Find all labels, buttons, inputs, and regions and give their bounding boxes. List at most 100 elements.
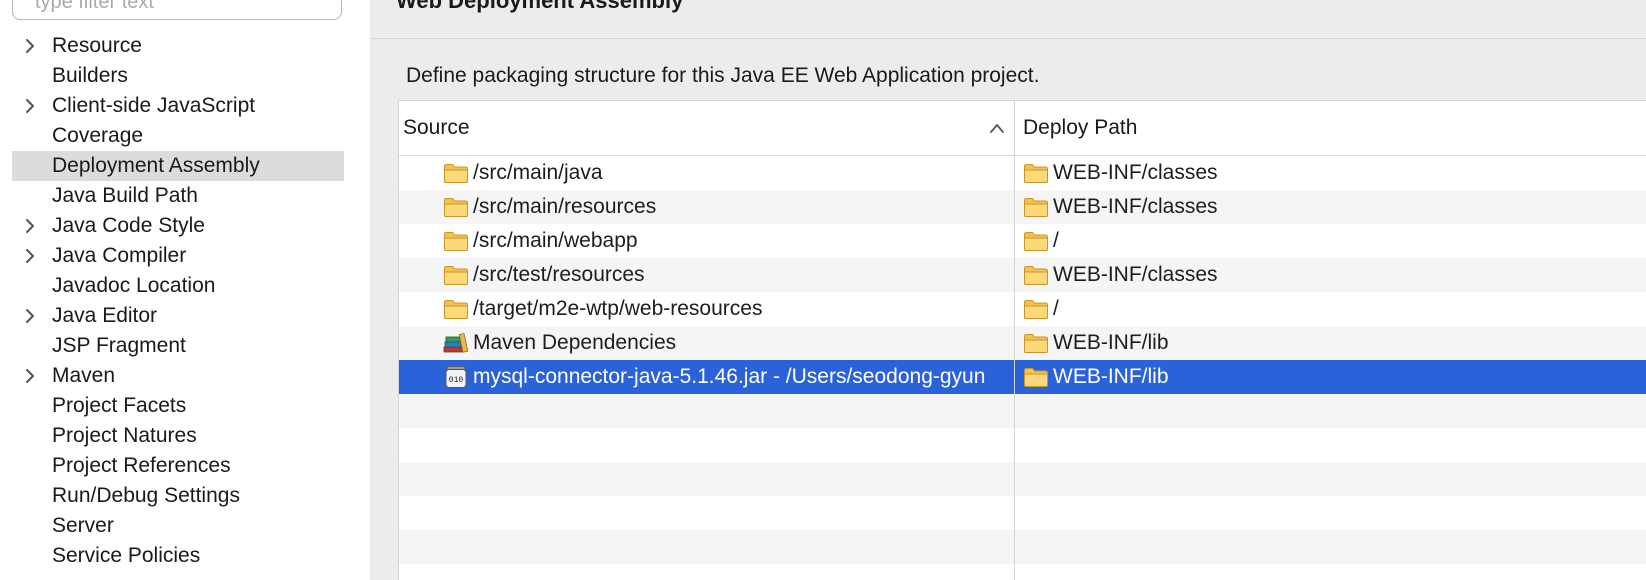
- nav-item-label: Client-side JavaScript: [52, 94, 256, 117]
- column-header-source-label: Source: [403, 116, 470, 139]
- column-header-deploy-path-label: Deploy Path: [1023, 116, 1138, 139]
- table-row[interactable]: 010 mysql-connector-java-5.1.46.jar - /Us…: [399, 360, 1646, 394]
- nav-item-project-natures[interactable]: Project Natures: [0, 421, 370, 451]
- table-row[interactable]: /src/test/resources WEB-INF/classes: [399, 258, 1646, 292]
- folder-icon: [1024, 232, 1048, 251]
- nav-item-label: Java Build Path: [52, 184, 198, 207]
- source-path: /src/main/resources: [473, 195, 657, 218]
- chevron-right-icon[interactable]: [22, 241, 38, 271]
- nav-item-project-references[interactable]: Project References: [0, 451, 370, 481]
- nav-item-builders[interactable]: Builders: [0, 61, 370, 91]
- nav-tree: Resource Builders Client-side JavaScript Co…: [0, 31, 370, 571]
- deploy-path: /: [1053, 297, 1059, 320]
- source-path: /target/m2e-wtp/web-resources: [473, 297, 763, 320]
- source-cell: Maven Dependencies: [443, 326, 1014, 360]
- deploy-path: WEB-INF/classes: [1053, 161, 1218, 184]
- folder-icon: [444, 198, 468, 217]
- title-divider: [370, 38, 1646, 39]
- deploy-path-cell[interactable]: WEB-INF/lib: [1023, 360, 1643, 394]
- page-description: Define packaging structure for this Java…: [406, 64, 1040, 87]
- folder-icon: [1024, 266, 1048, 285]
- nav-item-java-editor[interactable]: Java Editor: [0, 301, 370, 331]
- folder-icon: [444, 164, 468, 183]
- deploy-path-cell[interactable]: /: [1023, 292, 1643, 326]
- column-header-deploy-path[interactable]: Deploy Path: [1019, 101, 1643, 155]
- column-header-source[interactable]: Source: [403, 101, 1013, 155]
- source-cell: /src/main/webapp: [443, 224, 1014, 258]
- nav-item-java-compiler[interactable]: Java Compiler: [0, 241, 370, 271]
- table-row[interactable]: Maven Dependencies WEB-INF/lib: [399, 326, 1646, 360]
- table-row-empty: [399, 394, 1646, 428]
- deploy-path-cell[interactable]: WEB-INF/classes: [1023, 258, 1643, 292]
- deploy-path: WEB-INF/classes: [1053, 263, 1218, 286]
- filter-input[interactable]: [13, 0, 335, 17]
- table-body: /src/main/java WEB-INF/classes/src/main/r…: [399, 156, 1646, 564]
- deploy-path: /: [1053, 229, 1059, 252]
- nav-item-project-facets[interactable]: Project Facets: [0, 391, 370, 421]
- folder-icon: [444, 266, 468, 285]
- nav-item-label: Project Facets: [52, 394, 187, 417]
- deploy-path-cell[interactable]: WEB-INF/classes: [1023, 190, 1643, 224]
- nav-item-client-side-javascript[interactable]: Client-side JavaScript: [0, 91, 370, 121]
- nav-item-java-code-style[interactable]: Java Code Style: [0, 211, 370, 241]
- filter-field[interactable]: [12, 0, 342, 20]
- source-path: /src/test/resources: [473, 263, 645, 286]
- nav-item-label: Javadoc Location: [52, 274, 216, 297]
- chevron-up-icon: [990, 124, 1004, 133]
- chevron-right-icon[interactable]: [22, 91, 38, 121]
- nav-item-jsp-fragment[interactable]: JSP Fragment: [0, 331, 370, 361]
- nav-item-label: Deployment Assembly: [52, 154, 260, 177]
- source-cell: /src/test/resources: [443, 258, 1014, 292]
- source-path: /src/main/webapp: [473, 229, 638, 252]
- table-row[interactable]: /src/main/resources WEB-INF/classes: [399, 190, 1646, 224]
- source-cell: /target/m2e-wtp/web-resources: [443, 292, 1014, 326]
- source-cell: /src/main/resources: [443, 190, 1014, 224]
- deploy-path: WEB-INF/classes: [1053, 195, 1218, 218]
- property-pages-nav: Resource Builders Client-side JavaScript Co…: [0, 0, 370, 580]
- chevron-right-icon[interactable]: [22, 361, 38, 391]
- svg-text:010: 010: [449, 376, 464, 385]
- nav-item-label: Run/Debug Settings: [52, 484, 240, 507]
- nav-item-label: Service Policies: [52, 544, 201, 567]
- nav-item-java-build-path[interactable]: Java Build Path: [0, 181, 370, 211]
- nav-item-label: Java Code Style: [52, 214, 205, 237]
- nav-item-label: Resource: [52, 34, 142, 57]
- deploy-path-cell[interactable]: WEB-INF/lib: [1023, 326, 1643, 360]
- folder-icon: [1024, 334, 1048, 353]
- nav-item-label: Project Natures: [52, 424, 197, 447]
- source-path: /src/main/java: [473, 161, 603, 184]
- source-cell: 010 mysql-connector-java-5.1.46.jar - /Us…: [443, 360, 1014, 394]
- nav-item-javadoc-location[interactable]: Javadoc Location: [0, 271, 370, 301]
- nav-item-run-debug-settings[interactable]: Run/Debug Settings: [0, 481, 370, 511]
- table-row-empty: [399, 462, 1646, 496]
- table-row[interactable]: /src/main/webapp /: [399, 224, 1646, 258]
- table-row-empty: [399, 530, 1646, 564]
- deploy-path-cell[interactable]: WEB-INF/classes: [1023, 156, 1643, 190]
- table-row[interactable]: /target/m2e-wtp/web-resources /: [399, 292, 1646, 326]
- nav-item-server[interactable]: Server: [0, 511, 370, 541]
- table-row-empty: [399, 428, 1646, 462]
- folder-icon: [1024, 368, 1048, 387]
- column-divider[interactable]: [1014, 101, 1015, 580]
- folder-icon: [1024, 164, 1048, 183]
- nav-item-maven[interactable]: Maven: [0, 361, 370, 391]
- nav-item-coverage[interactable]: Coverage: [0, 121, 370, 151]
- nav-item-label: Coverage: [52, 124, 144, 147]
- nav-item-deployment-assembly[interactable]: Deployment Assembly: [0, 151, 370, 181]
- jar-icon: 010: [445, 366, 467, 388]
- chevron-right-icon[interactable]: [22, 301, 38, 331]
- chevron-right-icon[interactable]: [22, 211, 38, 241]
- table-header: Source Deploy Path: [399, 101, 1646, 156]
- nav-item-label: Project References: [52, 454, 231, 477]
- nav-item-resource[interactable]: Resource: [0, 31, 370, 61]
- table-row[interactable]: /src/main/java WEB-INF/classes: [399, 156, 1646, 190]
- nav-item-service-policies[interactable]: Service Policies: [0, 541, 370, 571]
- nav-item-label: Java Editor: [52, 304, 158, 327]
- nav-item-label: Builders: [52, 64, 128, 87]
- deployment-assembly-table: Source Deploy Path /src/main/java WEB-INF…: [398, 100, 1646, 580]
- nav-item-label: Java Compiler: [52, 244, 187, 267]
- source-path: Maven Dependencies: [473, 331, 677, 354]
- deploy-path-cell[interactable]: /: [1023, 224, 1643, 258]
- chevron-right-icon[interactable]: [22, 31, 38, 61]
- source-path: mysql-connector-java-5.1.46.jar - /Users…: [473, 365, 986, 388]
